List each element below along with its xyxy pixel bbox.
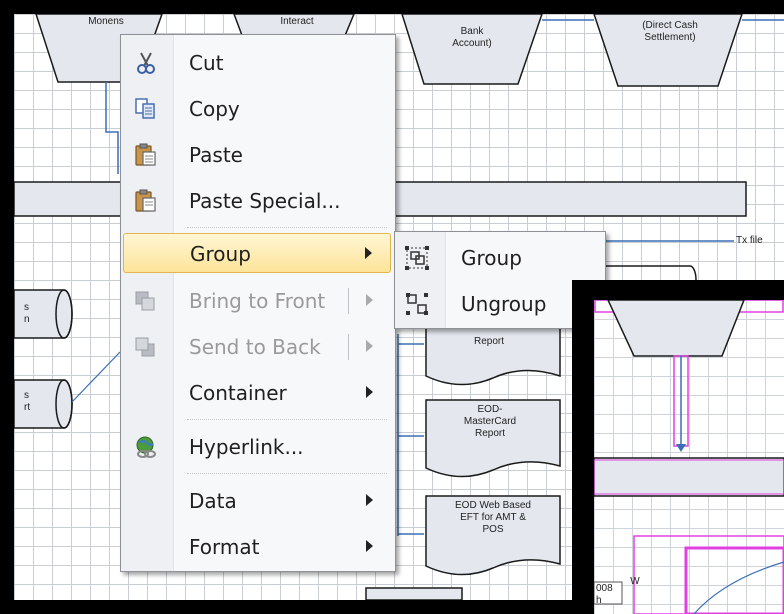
- shape-label-mastercard: EOD- MasterCard Report: [463, 404, 517, 439]
- send-to-back-icon: [135, 337, 155, 357]
- menu-item-label: Format: [189, 535, 260, 559]
- screenshot-canvas: Monens Interact Bank Account) (Direct Ca…: [0, 0, 784, 614]
- shape-label-left-2: s rt: [24, 390, 31, 413]
- menu-item-data[interactable]: Data: [123, 481, 391, 521]
- shape-label-interact: Interact: [280, 16, 314, 27]
- chevron-right-icon: [366, 340, 373, 352]
- menu-item-label: Data: [189, 489, 237, 513]
- menu-item-paste[interactable]: Paste: [123, 135, 391, 175]
- hyperlink-icon: [136, 436, 156, 458]
- shape-label-monens: Monens: [88, 16, 124, 27]
- connector-label-tx-file: Tx file: [736, 235, 763, 246]
- chevron-right-icon: [366, 540, 373, 552]
- chevron-right-icon: [365, 247, 372, 259]
- submenu-item-label: Ungroup: [461, 292, 547, 316]
- submenu-item-label: Group: [461, 246, 522, 270]
- menu-item-label: Bring to Front: [189, 289, 326, 313]
- inset-process-shape: [607, 300, 745, 357]
- submenu-item-group[interactable]: Group: [397, 238, 601, 278]
- menu-item-label: Hyperlink...: [189, 435, 304, 459]
- scissors-icon: [137, 52, 155, 74]
- menu-item-send-to-back[interactable]: Send to Back: [123, 327, 391, 367]
- shape-label-left-1: s n: [24, 302, 30, 325]
- menu-item-group[interactable]: Group: [123, 233, 391, 273]
- copy-icon: [135, 98, 155, 119]
- menu-item-label: Group: [190, 242, 251, 266]
- menu-item-cut[interactable]: Cut: [123, 43, 391, 83]
- menu-item-hyperlink[interactable]: Hyperlink...: [123, 427, 391, 467]
- paste-special-icon: [135, 189, 156, 212]
- menu-separator: [187, 227, 387, 228]
- menu-item-label: Copy: [189, 97, 240, 121]
- menu-item-label: Paste Special...: [189, 189, 341, 213]
- menu-item-split-divider: [348, 334, 349, 360]
- context-menu: Cut Copy Paste Paste Special... Group Br…: [120, 34, 396, 572]
- menu-item-split-divider: [348, 288, 349, 314]
- shape-label-eft: EOD Web Based EFT for AMT & POS: [455, 500, 531, 535]
- chevron-right-icon: [366, 494, 373, 506]
- paste-icon: [135, 143, 156, 166]
- group-icon: [405, 246, 429, 270]
- shape-label-report: Report: [473, 336, 504, 347]
- bring-to-front-icon: [135, 291, 155, 311]
- zoom-inset-canvas: 008 h W: [594, 300, 784, 614]
- menu-item-label: Cut: [189, 51, 224, 75]
- menu-separator: [187, 473, 387, 474]
- ungroup-icon: [406, 293, 428, 315]
- menu-item-bring-to-front[interactable]: Bring to Front: [123, 281, 391, 321]
- inset-shape-label-code: 008 h: [596, 583, 613, 606]
- inset-shape-label-mark: W: [630, 576, 640, 587]
- shape-label-bank: Bank Account): [452, 26, 492, 49]
- menu-item-label: Send to Back: [189, 335, 321, 359]
- submenu-item-ungroup[interactable]: Ungroup: [397, 284, 601, 324]
- menu-item-paste-special[interactable]: Paste Special...: [123, 181, 391, 221]
- chevron-right-icon: [366, 294, 373, 306]
- menu-item-format[interactable]: Format: [123, 527, 391, 567]
- menu-item-label: Container: [189, 381, 287, 405]
- inset-swimlane-bar: [594, 457, 784, 497]
- menu-separator: [187, 419, 387, 420]
- menu-item-copy[interactable]: Copy: [123, 89, 391, 129]
- chevron-right-icon: [366, 386, 373, 398]
- shape-label-direct: (Direct Cash Settlement): [642, 20, 698, 43]
- menu-item-label: Paste: [189, 143, 243, 167]
- menu-item-container[interactable]: Container: [123, 373, 391, 413]
- zoom-inset-shapes: [594, 300, 784, 614]
- zoom-inset: 008 h W: [572, 280, 784, 614]
